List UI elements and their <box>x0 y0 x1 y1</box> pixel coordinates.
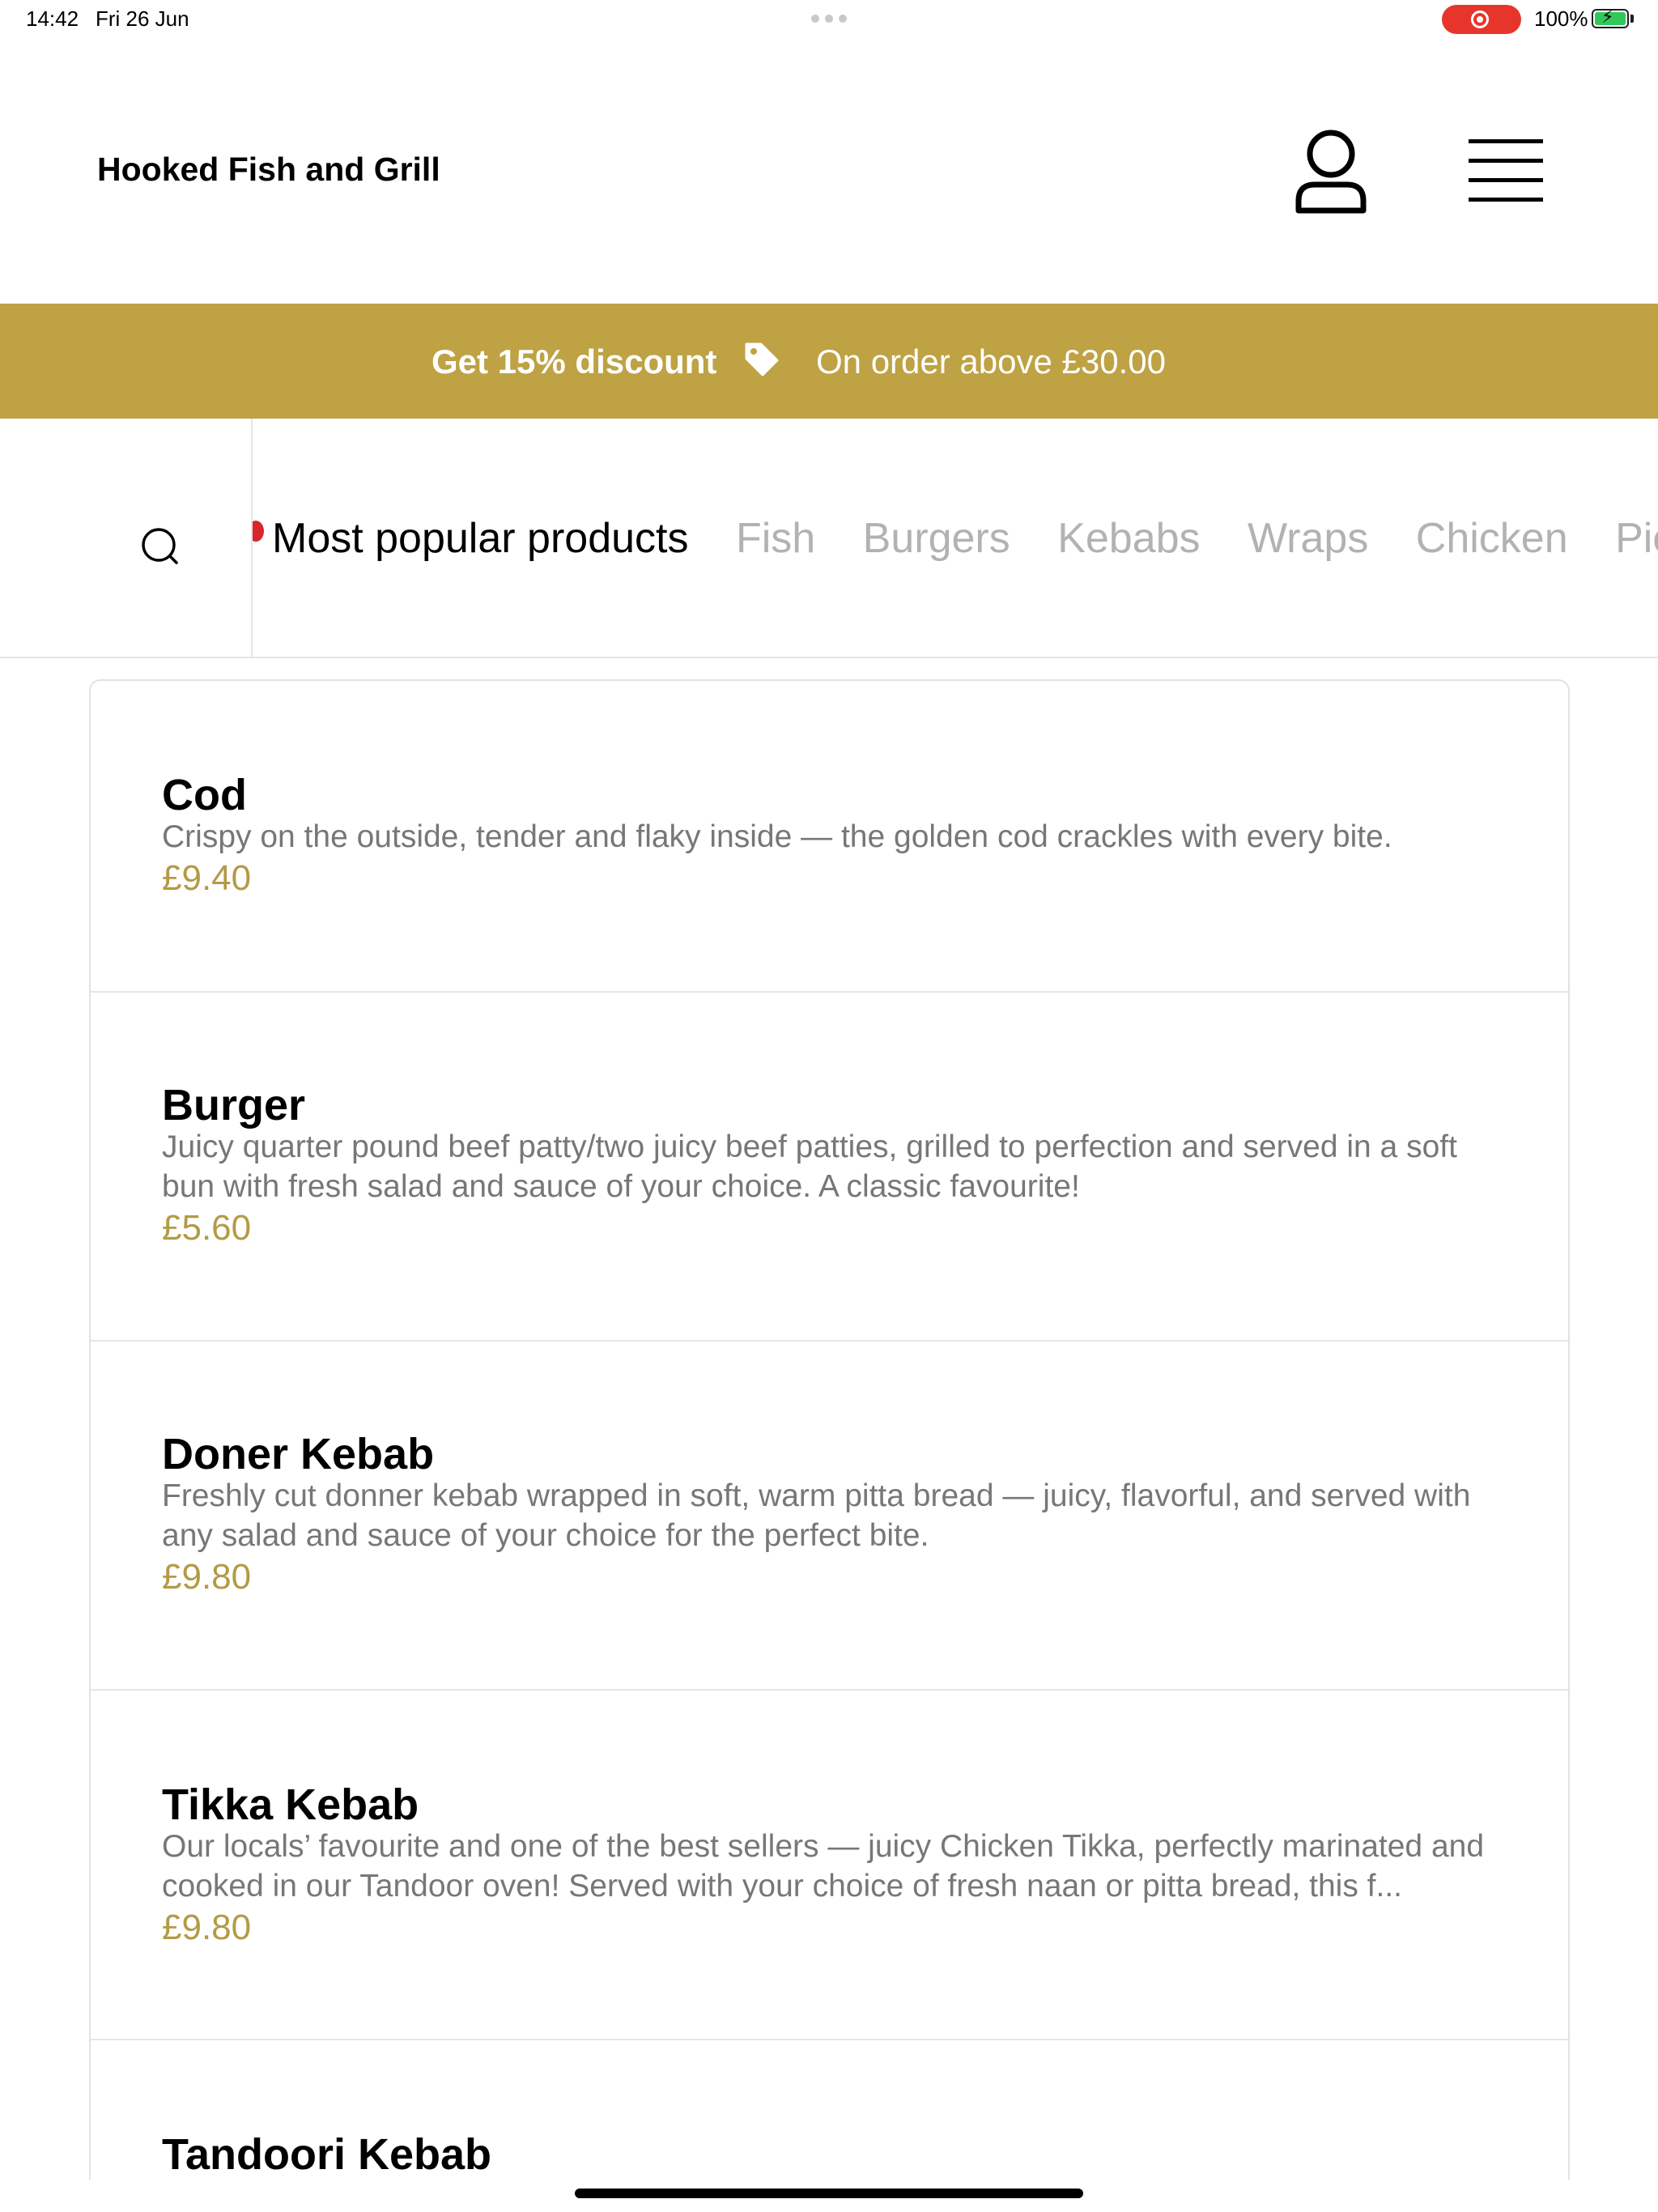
battery-icon <box>1592 7 1629 28</box>
product-description: Crispy on the outside, tender and flaky … <box>162 819 1392 854</box>
product-name: Cod <box>162 771 247 819</box>
home-indicator[interactable] <box>575 2189 1083 2198</box>
tab-burgers[interactable]: Burgers <box>863 514 1010 563</box>
discount-condition: On order above £30.00 <box>816 342 1166 381</box>
product-description: Our locals’ favourite and one of the bes… <box>162 1829 1485 1904</box>
search-icon <box>142 528 178 564</box>
price-tag-icon <box>745 342 779 376</box>
search-button[interactable] <box>130 516 191 577</box>
status-time: 14:42 <box>26 6 79 31</box>
tab-kebabs[interactable]: Kebabs <box>1057 514 1200 563</box>
restaurant-title: Hooked Fish and Grill <box>97 151 440 188</box>
product-price: £9.40 <box>162 858 252 898</box>
category-tabs[interactable]: Most popular products Fish Burgers Kebab… <box>253 419 1658 658</box>
multitasking-dots-icon[interactable] <box>811 15 847 23</box>
product-item-burger[interactable]: Burger Juicy quarter pound beef patty/tw… <box>91 993 1568 1342</box>
product-name: Tandoori Kebab <box>162 2130 492 2179</box>
account-button[interactable] <box>1294 126 1368 215</box>
product-description: Juicy quarter pound beef patty/two juicy… <box>162 1129 1457 1204</box>
product-description: Freshly cut donner kebab wrapped in soft… <box>162 1478 1471 1553</box>
hamburger-menu-icon <box>1469 139 1543 202</box>
status-date: Fri 26 Jun <box>96 6 189 31</box>
product-price: £9.80 <box>162 1908 252 1947</box>
tab-chicken[interactable]: Chicken <box>1416 514 1568 563</box>
product-price: £9.80 <box>162 1557 252 1597</box>
user-icon <box>1295 130 1367 214</box>
tab-fish[interactable]: Fish <box>736 514 815 563</box>
menu-button[interactable] <box>1464 134 1548 207</box>
product-item-doner-kebab[interactable]: Doner Kebab Freshly cut donner kebab wra… <box>91 1342 1568 1691</box>
product-name: Burger <box>162 1081 306 1129</box>
discount-title: Get 15% discount <box>432 342 717 381</box>
product-name: Doner Kebab <box>162 1430 435 1478</box>
screen-recording-icon[interactable] <box>1442 5 1521 34</box>
product-list: Cod Crispy on the outside, tender and fl… <box>89 679 1570 2180</box>
product-name: Tikka Kebab <box>162 1780 419 1829</box>
product-item-cod[interactable]: Cod Crispy on the outside, tender and fl… <box>91 681 1568 993</box>
status-bar: 14:42 Fri 26 Jun 100% <box>0 0 1658 40</box>
tab-most-popular-products[interactable]: Most popular products <box>272 514 689 563</box>
tab-wraps[interactable]: Wraps <box>1248 514 1368 563</box>
battery-cap <box>1630 15 1634 23</box>
product-item-tikka-kebab[interactable]: Tikka Kebab Our locals’ favourite and on… <box>91 1691 1568 2040</box>
tab-pie[interactable]: Pie <box>1615 514 1658 563</box>
product-item-tandoori-kebab[interactable]: Tandoori Kebab <box>91 2040 1568 2180</box>
category-bar: Most popular products Fish Burgers Kebab… <box>0 419 1658 658</box>
active-category-indicator <box>253 521 264 542</box>
battery-percentage: 100% <box>1534 6 1588 31</box>
product-price: £5.60 <box>162 1208 252 1248</box>
discount-banner: Get 15% discount On order above £30.00 <box>0 304 1658 419</box>
